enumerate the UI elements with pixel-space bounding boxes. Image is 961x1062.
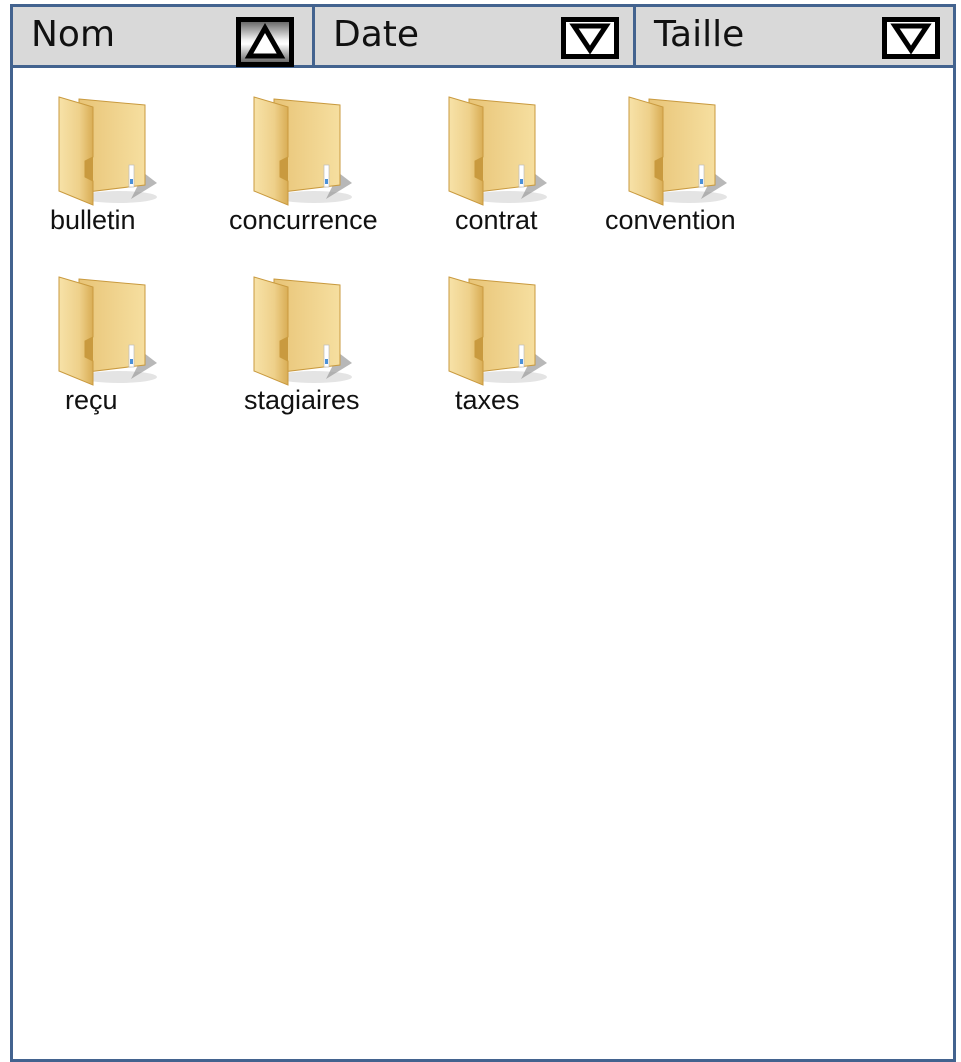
column-label-nom: Nom	[31, 14, 116, 55]
folder-label: convention	[605, 205, 736, 235]
column-label-date: Date	[333, 14, 420, 55]
column-header-taille[interactable]: Taille	[636, 7, 953, 65]
sort-ascending-button[interactable]	[236, 17, 294, 67]
column-header-nom[interactable]: Nom	[13, 7, 315, 67]
folder-label: bulletin	[50, 205, 136, 235]
triangle-down-icon	[569, 23, 611, 54]
file-browser-window: Nom Date Taille bulletin concurrence con…	[10, 4, 956, 1062]
folder-label: concurrence	[229, 205, 378, 235]
folder-icon	[619, 93, 729, 208]
folder-item-reçu[interactable]: reçu	[14, 253, 194, 415]
triangle-down-icon	[890, 23, 932, 54]
folder-grid: bulletin concurrence contrat convention …	[13, 68, 953, 1058]
folder-item-stagiaires[interactable]: stagiaires	[209, 253, 389, 415]
folder-item-taxes[interactable]: taxes	[404, 253, 584, 415]
triangle-up-icon	[244, 22, 286, 59]
column-header-bar: Nom Date Taille	[13, 7, 953, 68]
folder-item-bulletin[interactable]: bulletin	[14, 73, 194, 235]
column-header-date[interactable]: Date	[315, 7, 636, 65]
folder-icon	[49, 273, 159, 388]
folder-label: taxes	[455, 385, 520, 415]
folder-label: stagiaires	[244, 385, 360, 415]
folder-icon	[49, 93, 159, 208]
folder-icon	[244, 93, 354, 208]
folder-icon	[439, 93, 549, 208]
sort-descending-button[interactable]	[882, 17, 940, 59]
sort-descending-button[interactable]	[561, 17, 619, 59]
folder-label: reçu	[65, 385, 118, 415]
folder-item-concurrence[interactable]: concurrence	[209, 73, 389, 235]
column-label-taille: Taille	[654, 14, 745, 55]
folder-icon	[439, 273, 549, 388]
folder-item-convention[interactable]: convention	[584, 73, 764, 235]
folder-label: contrat	[455, 205, 538, 235]
folder-item-contrat[interactable]: contrat	[404, 73, 584, 235]
folder-icon	[244, 273, 354, 388]
